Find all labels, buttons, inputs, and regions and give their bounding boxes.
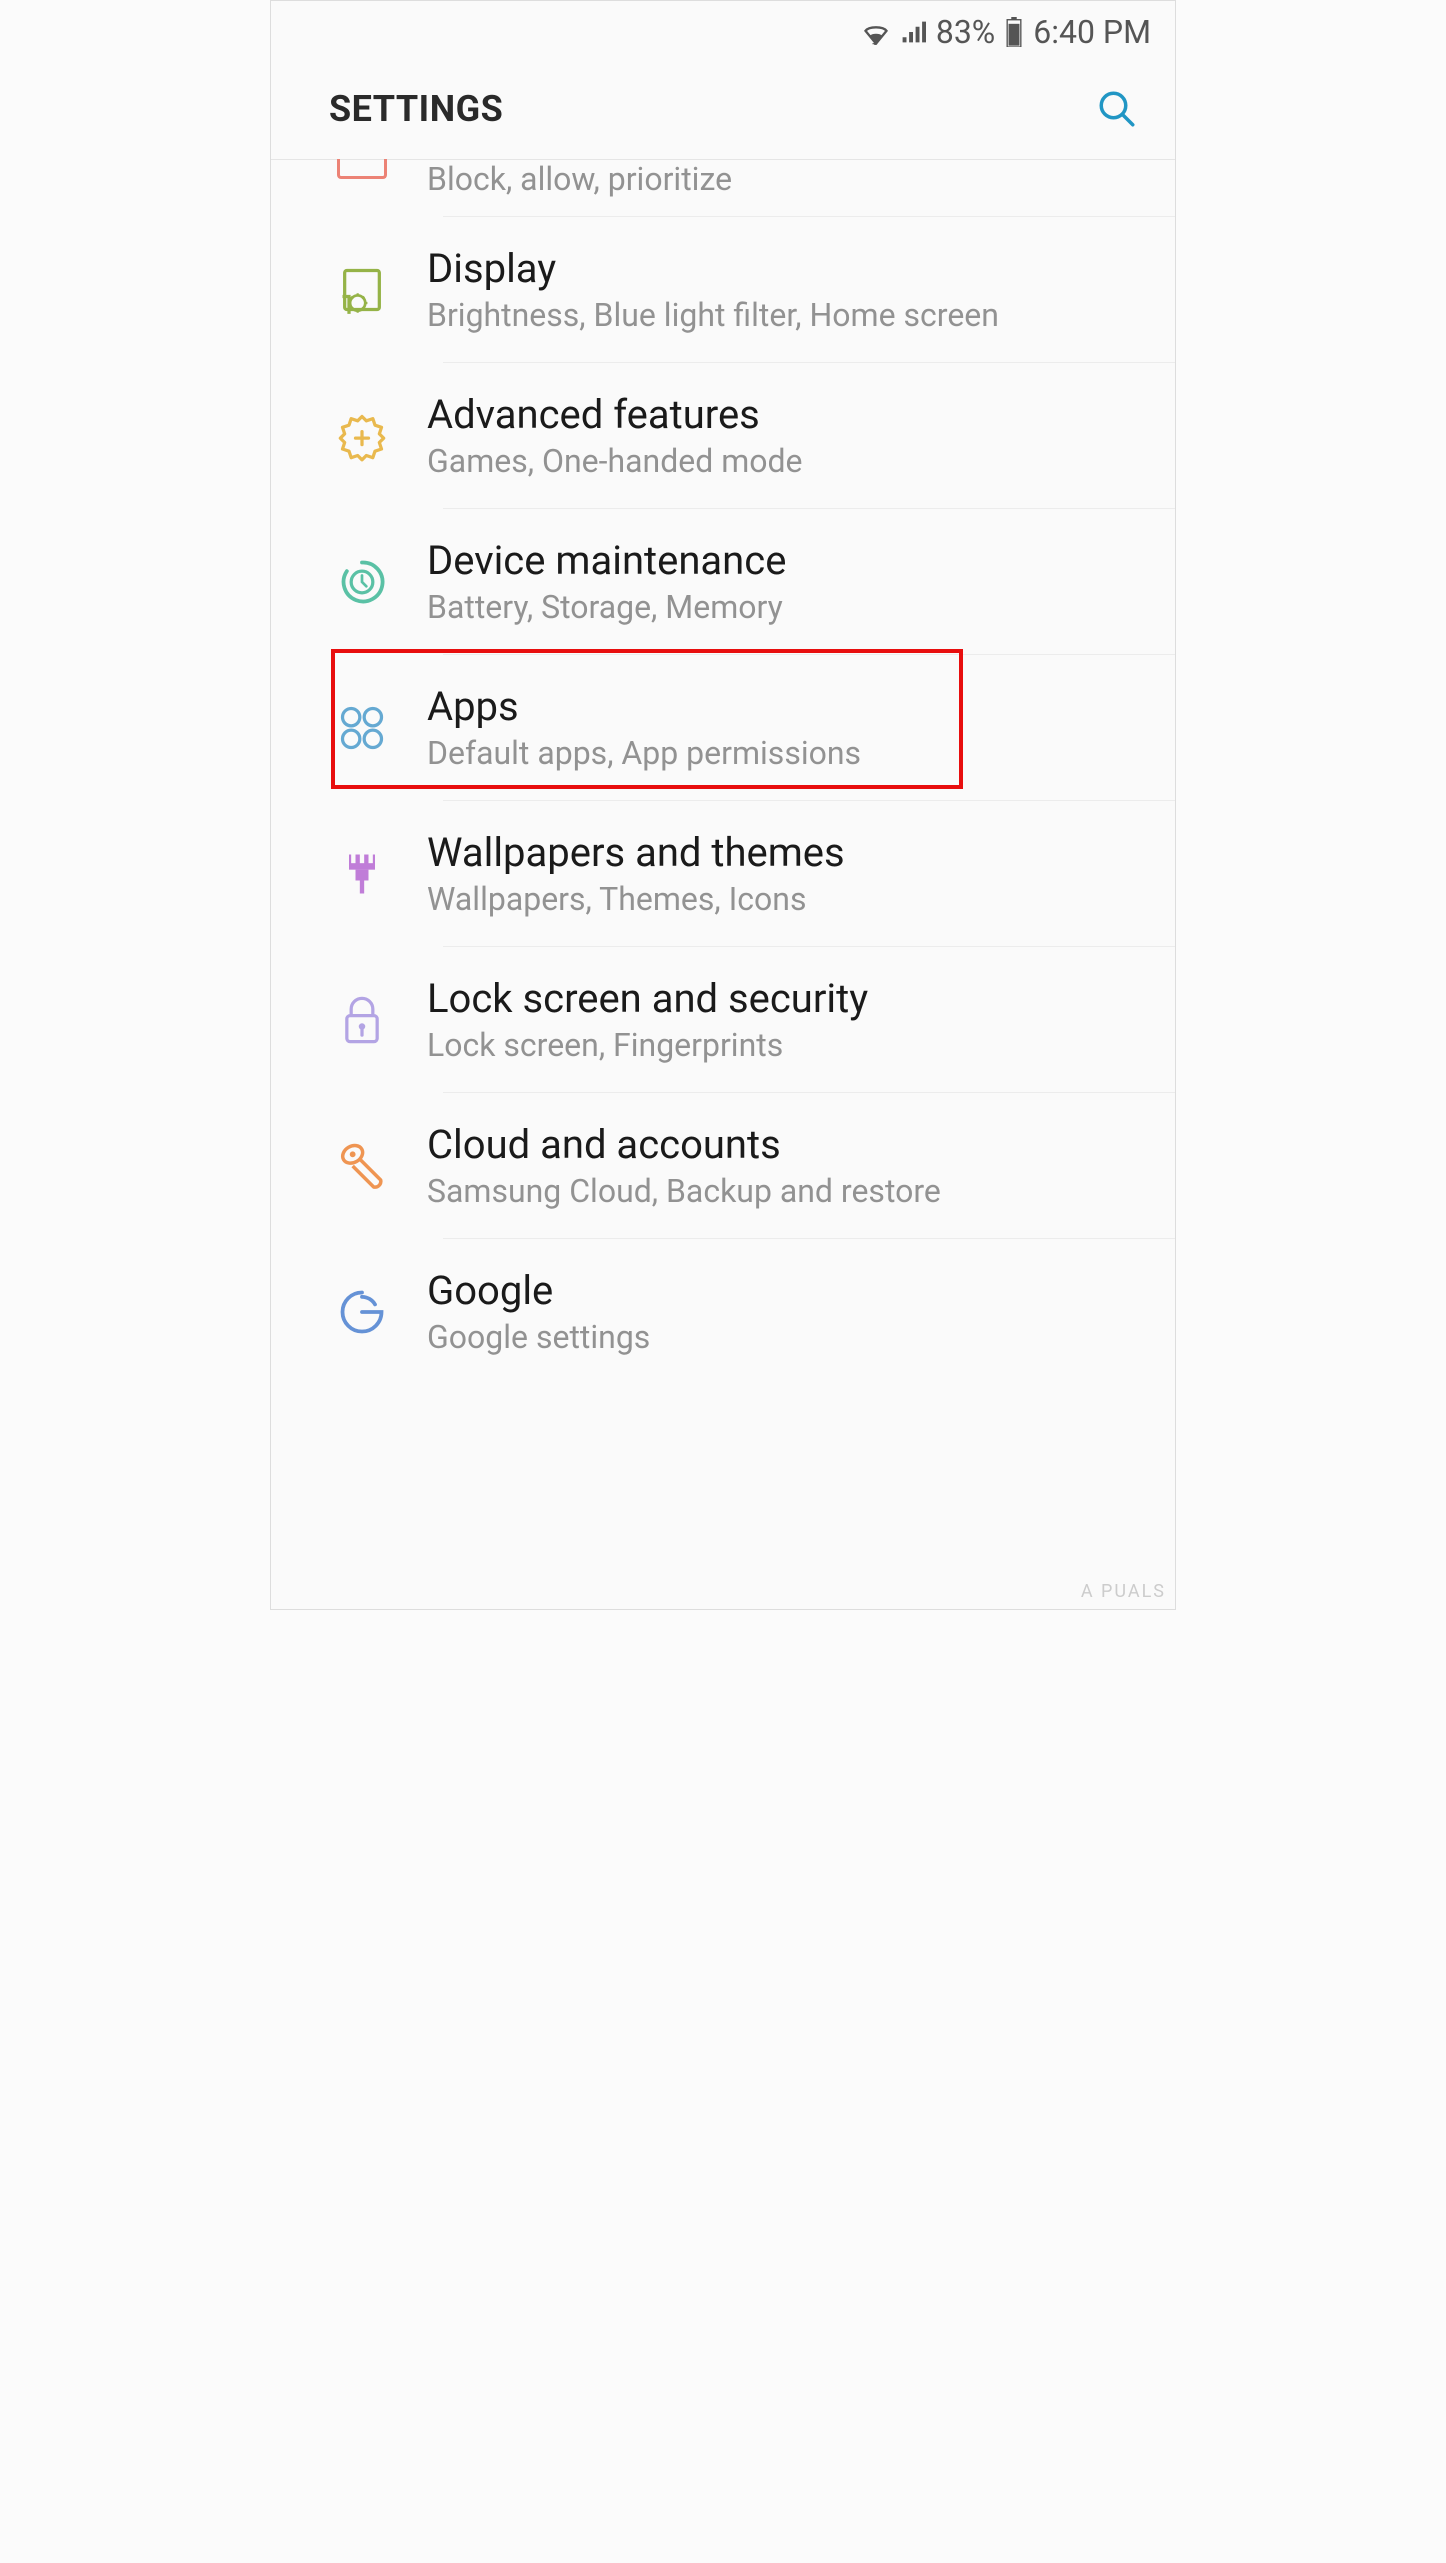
setting-item-device-maintenance[interactable]: Device maintenance Battery, Storage, Mem… bbox=[297, 509, 1175, 654]
status-time: 6:40 PM bbox=[1033, 13, 1151, 51]
setting-item-google[interactable]: Google Google settings bbox=[297, 1239, 1175, 1384]
setting-subtitle: Battery, Storage, Memory bbox=[427, 588, 1145, 626]
setting-subtitle: Google settings bbox=[427, 1318, 1145, 1356]
setting-item-lock-screen-security[interactable]: Lock screen and security Lock screen, Fi… bbox=[297, 947, 1175, 1092]
wallpapers-icon bbox=[297, 848, 427, 900]
status-bar: 83% 6:40 PM bbox=[271, 1, 1175, 63]
page-title: SETTINGS bbox=[329, 88, 503, 130]
lock-icon bbox=[297, 994, 427, 1046]
battery-percent: 83% bbox=[936, 13, 995, 51]
setting-subtitle: Brightness, Blue light filter, Home scre… bbox=[427, 296, 1145, 334]
setting-item-cloud-accounts[interactable]: Cloud and accounts Samsung Cloud, Backup… bbox=[297, 1093, 1175, 1238]
cloud-icon bbox=[297, 1138, 427, 1194]
battery-icon bbox=[1005, 17, 1023, 47]
search-button[interactable] bbox=[1095, 87, 1139, 131]
setting-subtitle: Samsung Cloud, Backup and restore bbox=[427, 1172, 1145, 1210]
setting-title: Lock screen and security bbox=[427, 975, 1145, 1022]
setting-item-apps[interactable]: Apps Default apps, App permissions bbox=[297, 655, 1175, 800]
advanced-icon bbox=[297, 410, 427, 462]
setting-subtitle: Lock screen, Fingerprints bbox=[427, 1026, 1145, 1064]
setting-title: Wallpapers and themes bbox=[427, 829, 1145, 876]
setting-subtitle: Default apps, App permissions bbox=[427, 734, 1145, 772]
settings-screen: 83% 6:40 PM SETTINGS Block, allow, prior… bbox=[270, 0, 1176, 1610]
setting-title: Advanced features bbox=[427, 391, 1145, 438]
settings-list: Block, allow, prioritize Display Brightn… bbox=[271, 160, 1175, 1384]
wifi-icon bbox=[862, 19, 890, 45]
setting-item-display[interactable]: Display Brightness, Blue light filter, H… bbox=[297, 217, 1175, 362]
apps-icon bbox=[297, 702, 427, 754]
setting-item-advanced-features[interactable]: Advanced features Games, One-handed mode bbox=[297, 363, 1175, 508]
watermark: A PUALS bbox=[1081, 1581, 1166, 1602]
setting-title: Device maintenance bbox=[427, 537, 1145, 584]
header: SETTINGS bbox=[271, 63, 1175, 160]
setting-title: Display bbox=[427, 245, 1145, 292]
setting-item-wallpapers-themes[interactable]: Wallpapers and themes Wallpapers, Themes… bbox=[297, 801, 1175, 946]
setting-item-notifications[interactable]: Block, allow, prioritize bbox=[297, 160, 1175, 216]
maintenance-icon bbox=[297, 556, 427, 608]
setting-title: Apps bbox=[427, 683, 1145, 730]
display-icon bbox=[297, 264, 427, 316]
setting-subtitle: Wallpapers, Themes, Icons bbox=[427, 880, 1145, 918]
search-icon bbox=[1096, 88, 1138, 130]
setting-subtitle: Block, allow, prioritize bbox=[427, 160, 1145, 198]
setting-title: Cloud and accounts bbox=[427, 1121, 1145, 1168]
google-icon bbox=[297, 1286, 427, 1338]
signal-icon bbox=[900, 19, 926, 45]
setting-subtitle: Games, One-handed mode bbox=[427, 442, 1145, 480]
setting-title: Google bbox=[427, 1267, 1145, 1314]
